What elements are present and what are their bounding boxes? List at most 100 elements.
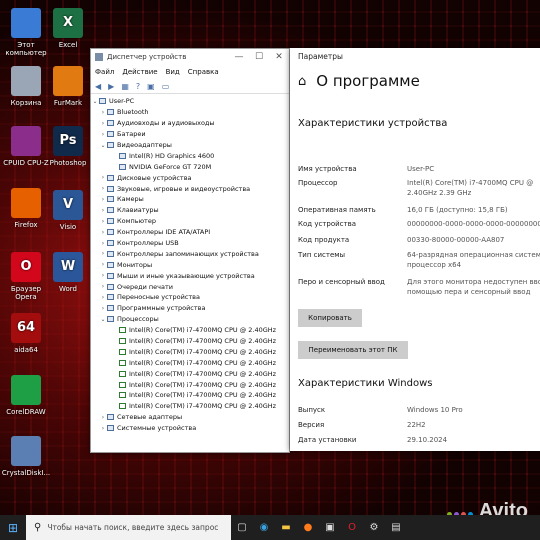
tree-category[interactable]: › Клавиатуры: [91, 205, 289, 216]
tree-category[interactable]: ⌄ Процессоры: [91, 314, 289, 325]
tree-node-label: Intel(R) Core(TM) i7-4700MQ CPU @ 2.40GH…: [129, 402, 277, 411]
expand-icon[interactable]: ›: [99, 250, 107, 257]
tree-category[interactable]: › Камеры: [91, 194, 289, 205]
device-icon: [107, 229, 114, 236]
expand-icon[interactable]: ›: [99, 240, 107, 247]
tree-category[interactable]: › Контроллеры IDE ATA/ATAPI: [91, 227, 289, 238]
tree-category[interactable]: › Системные устройства: [91, 423, 289, 434]
device-manager-window[interactable]: Диспетчер устройств — ☐ ✕ Файл Действие …: [90, 48, 290, 453]
tree-device[interactable]: Intel(R) Core(TM) i7-4700MQ CPU @ 2.40GH…: [91, 336, 289, 347]
tree-category[interactable]: › Мыши и иные указывающие устройства: [91, 270, 289, 281]
forward-icon[interactable]: ▶: [108, 82, 114, 91]
tree-category[interactable]: › Переносные устройства: [91, 292, 289, 303]
desktop-icon-label: FurMark: [53, 99, 83, 107]
tree-category[interactable]: › Звуковые, игровые и видеоустройства: [91, 183, 289, 194]
tree-category[interactable]: › Контроллеры запоминающих устройства: [91, 248, 289, 259]
expand-icon[interactable]: ›: [99, 196, 107, 203]
settings-titlebar[interactable]: Параметры: [290, 48, 540, 66]
tree-device[interactable]: Intel(R) HD Graphics 4600: [91, 150, 289, 161]
expand-icon[interactable]: ›: [99, 174, 107, 181]
spec-label: Процессор: [298, 179, 338, 187]
tree-device[interactable]: Intel(R) Core(TM) i7-4700MQ CPU @ 2.40GH…: [91, 401, 289, 412]
tree-node-label: Контроллеры USB: [117, 239, 179, 248]
tree-device[interactable]: Intel(R) Core(TM) i7-4700MQ CPU @ 2.40GH…: [91, 346, 289, 357]
tree-device[interactable]: Intel(R) Core(TM) i7-4700MQ CPU @ 2.40GH…: [91, 390, 289, 401]
expand-icon[interactable]: ›: [99, 283, 107, 290]
settings-window[interactable]: Параметры ⌂ О программе Характеристики у…: [290, 48, 540, 451]
tree-category[interactable]: › Батареи: [91, 129, 289, 140]
minimize-icon[interactable]: —: [229, 52, 249, 62]
rename-pc-button[interactable]: Переименовать этот ПК: [298, 341, 408, 359]
tree-category[interactable]: › Bluetooth: [91, 107, 289, 118]
task-view-icon[interactable]: ▢: [231, 515, 253, 540]
menu-view[interactable]: Вид: [166, 65, 180, 79]
explorer-icon[interactable]: ▬: [275, 515, 297, 540]
expand-icon[interactable]: ›: [99, 229, 107, 236]
tree-category[interactable]: › Очереди печати: [91, 281, 289, 292]
settings-gear-icon[interactable]: ⚙: [363, 515, 385, 540]
device-icon: [107, 414, 114, 421]
desktop-icon-coreldraw[interactable]: CorelDRAW: [0, 375, 52, 416]
expand-icon[interactable]: ›: [99, 272, 107, 279]
tree-device[interactable]: NVIDIA GeForce GT 720M: [91, 161, 289, 172]
opera-taskbar-icon[interactable]: O: [341, 515, 363, 540]
desktop-icon-visio[interactable]: V Visio: [42, 190, 94, 231]
back-icon[interactable]: ◀: [95, 82, 101, 91]
expand-icon[interactable]: ›: [99, 109, 107, 116]
collapse-icon[interactable]: ⌄: [99, 316, 107, 323]
desktop-icon-aida64[interactable]: 64 aida64: [0, 313, 52, 354]
tree-category[interactable]: › Мониторы: [91, 259, 289, 270]
desktop-icon-excel[interactable]: X Excel: [42, 8, 94, 49]
desktop-icon-crystaldisk[interactable]: CrystalDiskI...: [0, 436, 52, 477]
edge-icon[interactable]: ◉: [253, 515, 275, 540]
menu-file[interactable]: Файл: [95, 65, 114, 79]
tree-device[interactable]: Intel(R) Core(TM) i7-4700MQ CPU @ 2.40GH…: [91, 325, 289, 336]
expand-icon[interactable]: ›: [99, 414, 107, 421]
menu-action[interactable]: Действие: [122, 65, 157, 79]
firefox-taskbar-icon[interactable]: ●: [297, 515, 319, 540]
desktop-icon-word[interactable]: W Word: [42, 252, 94, 293]
expand-icon[interactable]: ›: [99, 185, 107, 192]
collapse-icon[interactable]: ⌄: [91, 98, 99, 105]
start-button[interactable]: ⊞: [0, 515, 26, 540]
expand-icon[interactable]: ›: [99, 294, 107, 301]
expand-icon[interactable]: ›: [99, 120, 107, 127]
tree-category[interactable]: › Контроллеры USB: [91, 238, 289, 249]
expand-icon[interactable]: ›: [99, 305, 107, 312]
coreldraw-icon: [11, 375, 41, 405]
desktop-icon-photoshop[interactable]: Ps Photoshop: [42, 126, 94, 167]
tree-category[interactable]: › Сетевые адаптеры: [91, 412, 289, 423]
tree-category[interactable]: › Дисковые устройства: [91, 172, 289, 183]
tree-node-label: Intel(R) Core(TM) i7-4700MQ CPU @ 2.40GH…: [129, 326, 277, 335]
expand-icon[interactable]: ›: [99, 261, 107, 268]
properties-icon[interactable]: ▦: [121, 82, 129, 91]
tree-device[interactable]: Intel(R) Core(TM) i7-4700MQ CPU @ 2.40GH…: [91, 368, 289, 379]
desktop-icon-furmark[interactable]: FurMark: [42, 66, 94, 107]
spec-label: Тип системы: [298, 251, 346, 259]
copy-button[interactable]: Копировать: [298, 309, 362, 327]
taskbar-search[interactable]: ⚲ Чтобы начать поиск, введите здесь запр…: [26, 515, 231, 540]
home-icon[interactable]: ⌂: [298, 74, 306, 89]
tree-category[interactable]: › Компьютер: [91, 216, 289, 227]
tree-category[interactable]: ⌄ Видеоадаптеры: [91, 140, 289, 151]
maximize-icon[interactable]: ☐: [249, 52, 269, 62]
expand-icon[interactable]: ›: [99, 218, 107, 225]
monitor-icon[interactable]: ▭: [162, 82, 170, 91]
collapse-icon[interactable]: ⌄: [99, 142, 107, 149]
tree-device[interactable]: Intel(R) Core(TM) i7-4700MQ CPU @ 2.40GH…: [91, 379, 289, 390]
store-icon[interactable]: ▣: [319, 515, 341, 540]
close-icon[interactable]: ✕: [269, 52, 289, 62]
tree-category[interactable]: › Программные устройства: [91, 303, 289, 314]
expand-icon[interactable]: ›: [99, 425, 107, 432]
menu-help[interactable]: Справка: [188, 65, 219, 79]
scan-icon[interactable]: ▣: [147, 82, 155, 91]
help-icon[interactable]: ?: [136, 82, 140, 91]
tree-root[interactable]: ⌄ User-PC: [91, 96, 289, 107]
expand-icon[interactable]: ›: [99, 207, 107, 214]
tree-category[interactable]: › Аудиовходы и аудиовыходы: [91, 118, 289, 129]
device-icon: [119, 163, 126, 170]
expand-icon[interactable]: ›: [99, 131, 107, 138]
tree-device[interactable]: Intel(R) Core(TM) i7-4700MQ CPU @ 2.40GH…: [91, 357, 289, 368]
device-manager-taskbar-icon[interactable]: ▤: [385, 515, 407, 540]
device-manager-titlebar[interactable]: Диспетчер устройств — ☐ ✕: [91, 49, 289, 65]
